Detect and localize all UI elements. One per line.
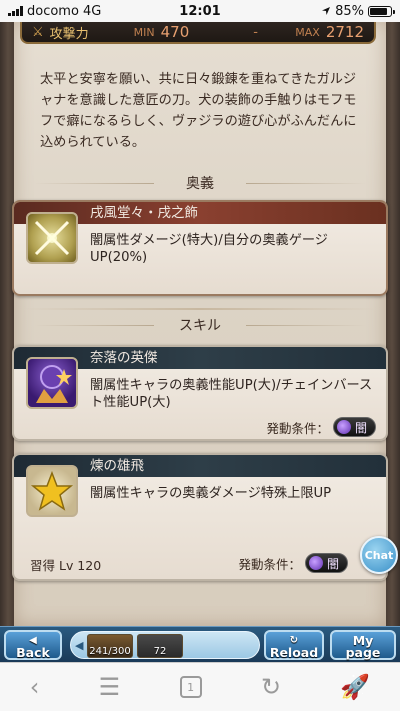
tab-count: 1 [187, 680, 195, 694]
mypage-label-bottom: page [345, 645, 381, 660]
back-button[interactable]: ◀ Back [4, 630, 62, 660]
condition-label: 発動条件： [238, 556, 301, 572]
refresh-icon[interactable]: ↻ [261, 673, 281, 701]
network-label: 4G [82, 3, 102, 19]
reload-label: Reload [269, 645, 319, 660]
item-slot[interactable]: 241/300 [87, 634, 133, 658]
status-bar: docomo 4G 12:01 85% [0, 0, 400, 22]
reload-button[interactable]: ↻ Reload [264, 630, 324, 660]
min-value: 470 [160, 23, 190, 41]
dark-element-icon [336, 420, 351, 434]
element-label: 闇 [326, 556, 339, 571]
weapon-description: 太平と安寧を願い、共に日々鍛錬を重ねてきたガルジャナを意識した意匠の刀。犬の装飾… [40, 72, 357, 150]
element-label: 闇 [354, 420, 367, 435]
learn-level: 習得 Lv 120 [30, 558, 102, 573]
item-slot[interactable]: 72 [137, 634, 183, 658]
browser-toolbar: ‹ ☰ 1 ↻ 🚀 [0, 662, 400, 711]
location-icon [322, 7, 331, 15]
element-badge: 闇 [304, 553, 348, 573]
ougi-heading: 奥義 [14, 172, 386, 196]
condition-label: 発動条件： [266, 420, 329, 436]
item-count: 72 [153, 646, 167, 657]
attack-label: 攻撃力 [49, 26, 89, 42]
dark-element-icon [308, 556, 323, 570]
game-nav-bar: ◀ Back ◀ 241/300 72 ↻ Reload My page [0, 626, 400, 662]
ougi-text: 闇属性ダメージ(特大)/自分の奥義ゲージUP(20%) [90, 233, 328, 265]
skill-heading: スキル [14, 314, 386, 338]
max-value: 2712 [325, 23, 364, 41]
mypage-button[interactable]: My page [330, 630, 396, 660]
crossed-swords-icon [26, 212, 78, 264]
attack-stat-row: ⚔ 攻撃力 MIN 470 - MAX 2712 [20, 22, 376, 44]
skill-text: 闇属性キャラの奥義性能UP(大)/チェインバースト性能UP(大) [90, 378, 373, 410]
max-label: MAX [295, 25, 320, 39]
activation-condition: 発動条件： 闇 [238, 553, 348, 573]
skill-card: 煉の雄飛 闇属性キャラの奥義ダメージ特殊上限UP 習得 Lv 120 発動条件：… [12, 453, 388, 581]
battery-icon [368, 5, 395, 17]
back-label: Back [16, 645, 50, 660]
activation-condition: 発動条件： 闇 [266, 417, 376, 437]
chat-label: Chat [364, 548, 394, 562]
browser-back-icon[interactable]: ‹ [30, 673, 40, 701]
scroll-left-icon[interactable]: ◀ [75, 639, 83, 652]
rocket-icon[interactable]: 🚀 [340, 673, 370, 701]
item-shortcut-bar: ◀ 241/300 72 [70, 631, 260, 659]
element-badge: 闇 [332, 417, 376, 437]
clock: 12:01 [179, 3, 221, 19]
skill-card: 奈落の英傑 闇属性キャラの奥義性能UP(大)/チェインバースト性能UP(大) 発… [12, 345, 388, 441]
chat-button[interactable]: Chat [360, 536, 398, 574]
sword-icon: ⚔ [32, 24, 44, 40]
battery-percent: 85% [335, 3, 364, 19]
tabs-button[interactable]: 1 [179, 676, 202, 698]
divider [24, 308, 376, 310]
item-count: 241/300 [89, 646, 131, 657]
range-separator: - [253, 24, 258, 40]
star-icon [26, 465, 78, 517]
dark-hero-icon [26, 357, 78, 409]
game-area: ⚔ 攻撃力 MIN 470 - MAX 2712 太平と安寧を願い、共に日々鍛錬… [0, 22, 400, 626]
signal-icon [8, 6, 23, 16]
menu-icon[interactable]: ☰ [99, 673, 121, 701]
ougi-card: 戌風堂々・戌之飾 闇属性ダメージ(特大)/自分の奥義ゲージUP(20%) [12, 200, 388, 296]
min-label: MIN [133, 25, 155, 39]
skill-text: 闇属性キャラの奥義ダメージ特殊上限UP [90, 486, 332, 501]
carrier-label: docomo [27, 3, 79, 19]
